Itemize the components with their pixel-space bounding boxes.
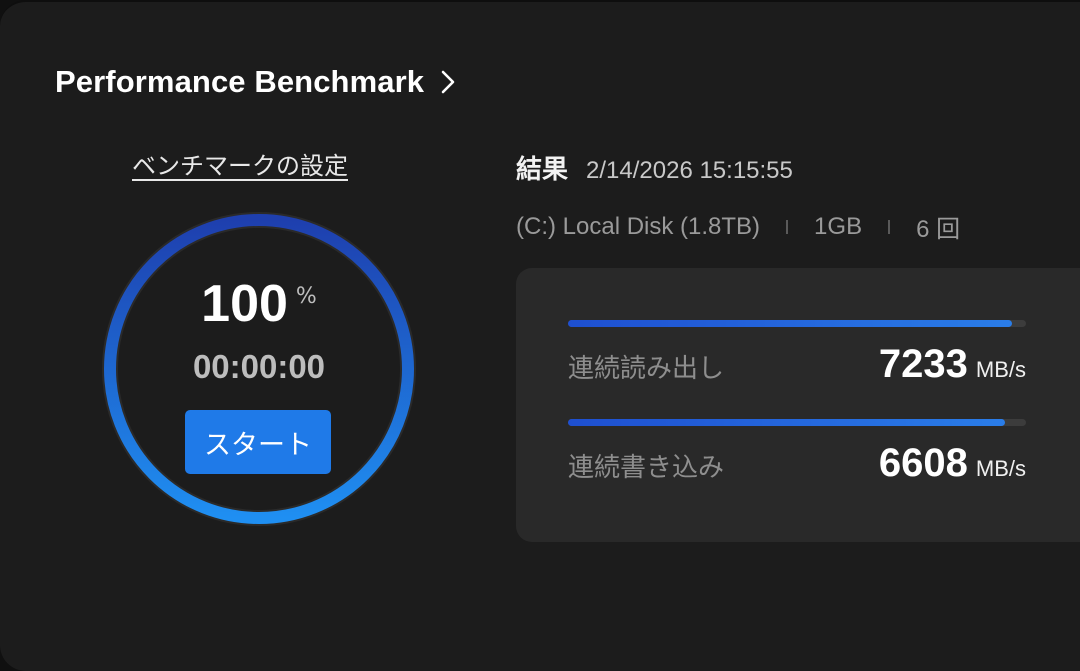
elapsed-timer: 00:00:00 — [192, 348, 326, 385]
start-button[interactable]: スタート — [185, 410, 331, 474]
meta-divider — [786, 219, 789, 234]
chevron-right-icon — [438, 68, 458, 96]
result-size: 1GB — [814, 212, 863, 240]
results-panel — [516, 268, 1080, 542]
result-timestamp: 2/14/2026 15:15:55 — [586, 157, 793, 184]
result-header: 結果 2/14/2026 15:15:55 — [516, 149, 793, 186]
result-meta: (C:) Local Disk (1.8TB) 1GB 6 回 — [516, 209, 960, 244]
benchmark-settings-link[interactable]: ベンチマークの設定 — [132, 146, 348, 181]
metric-bar-fill — [568, 419, 1006, 426]
metric-value: 6608 MB/s — [879, 441, 1026, 486]
benchmark-card: Performance Benchmark ベンチマークの設定 100% 00:… — [0, 0, 1080, 671]
result-drive: (C:) Local Disk (1.8TB) — [516, 212, 761, 240]
metric-bar-fill — [568, 320, 1013, 327]
progress-percent-value: 100 — [201, 275, 288, 333]
metric-unit: MB/s — [975, 456, 1026, 481]
metric-number: 6608 — [878, 441, 968, 485]
benchmark-header[interactable]: Performance Benchmark — [55, 64, 458, 100]
result-label: 結果 — [516, 155, 569, 185]
progress-percent-unit: % — [295, 284, 317, 309]
metric-bar-track — [568, 320, 1026, 327]
metric-bar-track — [568, 419, 1026, 426]
metric-unit: MB/s — [975, 357, 1026, 382]
metric-number: 7233 — [878, 342, 968, 386]
result-count: 6 回 — [916, 216, 961, 243]
progress-percent: 100% — [100, 274, 418, 334]
meta-divider — [888, 219, 891, 234]
metric-label: 連続書き込み — [568, 453, 725, 483]
metric-value: 7233 MB/s — [879, 342, 1026, 387]
page-title: Performance Benchmark — [55, 64, 425, 99]
metric-label: 連続読み出し — [568, 354, 725, 384]
